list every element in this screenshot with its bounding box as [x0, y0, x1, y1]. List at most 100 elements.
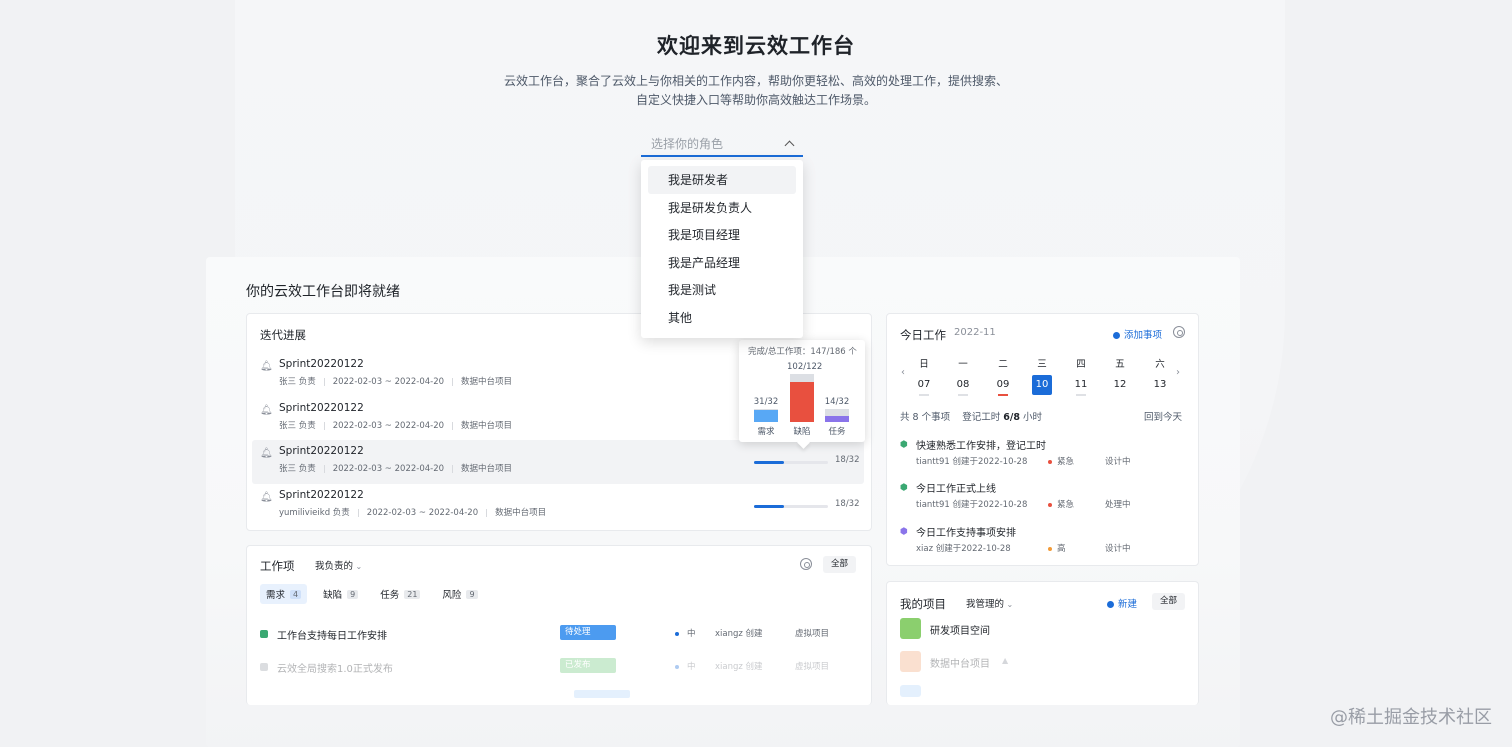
today-card: 今日工作 2022-11 添加事项 ‹ › 日 一 二 三 四 五 六 07 08 09 10 11 1… — [886, 313, 1199, 566]
role-select-placeholder: 选择你的角色 — [651, 136, 724, 151]
sprint-progress-fill — [754, 461, 784, 464]
sprint-progress-fill — [754, 505, 784, 508]
tooltip-bar-label: 需求 — [757, 427, 775, 437]
calendar-date[interactable]: 10 — [1032, 375, 1052, 395]
add-circle-icon — [1113, 332, 1120, 339]
board-title: 你的云效工作台即将就绪 — [246, 284, 400, 300]
requirement-icon — [260, 663, 268, 671]
chevron-down-icon: ⌄ — [353, 562, 363, 571]
today-item-title: 快速熟悉工作安排，登记工时 — [916, 441, 1046, 452]
tab-task[interactable]: 任务 21 — [374, 584, 426, 604]
calendar-date[interactable]: 07 — [914, 375, 934, 395]
project-item[interactable]: 数据中台项目 ▲ — [900, 651, 1180, 673]
today-item-meta: xiaz 创建于2022-10-28 — [916, 544, 1011, 554]
page-title: 欢迎来到云效工作台 — [657, 34, 855, 58]
role-option-other[interactable]: 其他 — [648, 304, 796, 332]
today-month: 2022-11 — [954, 327, 996, 338]
project-item[interactable]: 研发项目空间 — [900, 618, 1180, 640]
calendar-date[interactable]: 12 — [1110, 375, 1130, 395]
weekday-label: 一 — [958, 359, 968, 370]
role-option-tester[interactable]: 我是测试 — [648, 276, 796, 304]
weekday-label: 日 — [919, 359, 929, 370]
date-marker — [1115, 394, 1125, 396]
role-option-project-manager[interactable]: 我是项目经理 — [648, 221, 796, 249]
bell-icon: 🔔︎ — [260, 361, 273, 372]
today-item[interactable]: ⬢ 快速熟悉工作安排，登记工时 tiantt91 创建于2022-10-28 紧急 设计… — [900, 437, 1190, 473]
calendar-date[interactable]: 09 — [993, 375, 1013, 395]
tab-requirement[interactable]: 需求 4 — [260, 584, 308, 604]
project-avatar — [900, 618, 921, 639]
role-option-developer[interactable]: 我是研发者 — [648, 166, 796, 194]
today-item-status: 设计中 — [1105, 457, 1131, 467]
tab-bug[interactable]: 缺陷 9 — [317, 584, 364, 604]
page-description: 云效工作台，聚合了云效上与你相关的工作内容，帮助你更轻松、高效的处理工作，提供搜… — [440, 72, 1072, 110]
role-option-dev-lead[interactable]: 我是研发负责人 — [648, 194, 796, 222]
watermark: @稀土掘金技术社区 — [1330, 707, 1492, 728]
workitem-row[interactable]: 云效全局搜索1.0正式发布 已发布 中 xiangz 创建 虚拟项目 — [260, 658, 860, 678]
project-label: 虚拟项目 — [795, 662, 830, 672]
workitem-row[interactable]: 工作台支持每日工作安排 待处理 中 xiangz 创建 虚拟项目 — [260, 625, 860, 645]
today-item[interactable]: ⬢ 今日工作正式上线 tiantt91 创建于2022-10-28 紧急 处理中 — [900, 480, 1190, 516]
tooltip-bar-label: 缺陷 — [793, 427, 811, 437]
priority-label: 中 — [675, 627, 696, 639]
faded-row-placeholder — [574, 690, 630, 698]
projects-title: 我的项目 — [900, 597, 946, 611]
role-option-product-manager[interactable]: 我是产品经理 — [648, 249, 796, 277]
back-to-today-link[interactable]: 回到今天 — [1144, 409, 1182, 423]
workitems-filter[interactable]: 我负责的 ⌄ — [315, 558, 362, 572]
today-item-meta: tiantt91 创建于2022-10-28 — [916, 500, 1028, 510]
iteration-row[interactable]: 🔔︎ Sprint20220122 张三 负责 2022-02-03 ~ 2022… — [252, 440, 864, 484]
all-projects-button[interactable]: 全部 — [1152, 593, 1186, 610]
role-select[interactable]: 选择你的角色 — [641, 131, 803, 157]
tooltip-bar-value: 31/32 — [753, 397, 779, 407]
tooltip-bar-done — [790, 382, 814, 422]
project-avatar — [900, 651, 921, 672]
add-item-button[interactable]: 添加事项 — [1113, 327, 1162, 341]
sprint-meta: 张三 负责 2022-02-03 ~ 2022-04-20 数据中台项目 — [279, 377, 513, 387]
sprint-meta: 张三 负责 2022-02-03 ~ 2022-04-20 数据中台项目 — [279, 464, 513, 474]
date-marker — [1155, 394, 1165, 396]
calendar-date[interactable]: 11 — [1071, 375, 1091, 395]
sprint-progress-text: 18/32 — [835, 499, 860, 509]
today-title: 今日工作 — [900, 328, 946, 342]
weekday-label: 五 — [1115, 359, 1125, 370]
status-badge[interactable]: 已发布 — [560, 658, 616, 673]
calendar-date[interactable]: 13 — [1150, 375, 1170, 395]
today-item[interactable]: ⬢ 今日工作支持事项安排 xiaz 创建于2022-10-28 高 设计中 — [900, 524, 1190, 560]
sprint-name: Sprint20220122 — [279, 358, 364, 370]
role-dropdown: 我是研发者 我是研发负责人 我是项目经理 我是产品经理 我是测试 其他 — [641, 160, 803, 338]
sprint-meta: 张三 负责 2022-02-03 ~ 2022-04-20 数据中台项目 — [279, 421, 513, 431]
priority-label: 中 — [675, 660, 696, 672]
tooltip-bar-done — [825, 416, 849, 422]
workitems-tabs: 需求 4 缺陷 9 任务 21 风险 9 — [260, 584, 494, 604]
settings-icon[interactable] — [1173, 326, 1185, 338]
sprint-progress-bar — [754, 505, 828, 508]
item-type-icon: ⬢ — [900, 440, 908, 450]
description-line-1: 云效工作台，聚合了云效上与你相关的工作内容，帮助你更轻松、高效的处理工作，提供搜… — [503, 74, 1008, 88]
faded-project-placeholder — [900, 685, 921, 697]
bell-icon: 🔔︎ — [260, 448, 273, 459]
tooltip-bar-value: 14/32 — [824, 397, 850, 407]
workitems-title: 工作项 — [260, 559, 295, 573]
projects-filter[interactable]: 我管理的 ⌄ — [966, 596, 1013, 610]
tab-risk[interactable]: 风险 9 — [436, 584, 483, 604]
prev-week-icon[interactable]: ‹ — [901, 367, 905, 378]
status-badge[interactable]: 待处理 — [560, 625, 616, 640]
creator-label: xiangz 创建 — [715, 662, 763, 672]
weekday-label: 六 — [1155, 359, 1165, 370]
settings-icon[interactable] — [800, 558, 812, 570]
next-week-icon[interactable]: › — [1176, 367, 1180, 378]
iteration-row[interactable]: 🔔︎ Sprint20220122 yumilivieikd 负责 2022-02… — [252, 484, 864, 528]
iteration-card-title: 迭代进展 — [260, 328, 306, 342]
new-project-button[interactable]: 新建 — [1107, 596, 1137, 610]
today-item-title: 今日工作正式上线 — [916, 484, 996, 495]
all-button[interactable]: 全部 — [823, 556, 857, 573]
sprint-name: Sprint20220122 — [279, 445, 364, 457]
date-marker — [1076, 394, 1086, 396]
item-type-icon: ⬢ — [900, 527, 908, 537]
today-item-title: 今日工作支持事项安排 — [916, 528, 1016, 539]
tooltip-bar-done — [754, 410, 778, 422]
date-marker — [919, 394, 929, 396]
projects-card: 我的项目 我管理的 ⌄ 新建 全部 研发项目空间 数据中台项目 ▲ — [886, 581, 1199, 705]
calendar-date[interactable]: 08 — [953, 375, 973, 395]
